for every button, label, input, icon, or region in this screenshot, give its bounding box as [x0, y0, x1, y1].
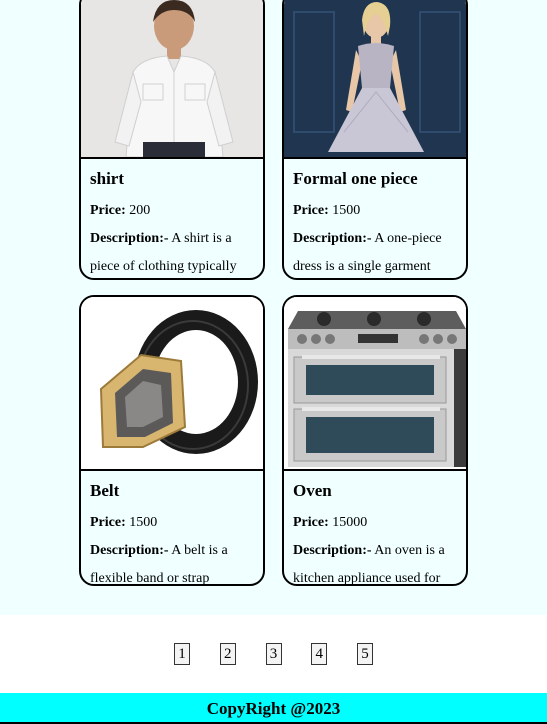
product-image-dress — [284, 0, 466, 159]
price-value: 1500 — [129, 515, 158, 530]
pagination: 1 2 3 4 5 — [0, 643, 547, 665]
price-label: Price: — [90, 515, 126, 530]
price-value: 15000 — [332, 515, 368, 530]
description-label: Description:- — [90, 543, 169, 558]
price-label: Price: — [293, 203, 329, 218]
page-button-5[interactable]: 5 — [357, 643, 373, 665]
description-label: Description:- — [293, 231, 372, 246]
copyright-text: CopyRight @2023 — [206, 699, 341, 718]
product-card-oven[interactable]: Oven Price: 15000 Description:- An oven … — [282, 295, 468, 586]
product-description: Description:- A shirt is a piece of clot… — [90, 225, 254, 278]
footer: CopyRight @2023 — [0, 693, 547, 724]
price-value: 200 — [129, 203, 151, 218]
product-grid: shirt Price: 200 Description:- A shirt i… — [0, 0, 547, 615]
page-button-3[interactable]: 3 — [265, 643, 282, 665]
product-card-shirt[interactable]: shirt Price: 200 Description:- A shirt i… — [79, 0, 265, 280]
page-button-1[interactable]: 1 — [174, 643, 190, 665]
product-price: Price: 1500 — [293, 197, 457, 225]
description-label: Description:- — [293, 543, 372, 558]
page-button-4[interactable]: 4 — [311, 643, 328, 665]
product-price: Price: 15000 — [293, 509, 457, 537]
product-description: Description:- A one-piece dress is a sin… — [293, 225, 457, 278]
product-image-shirt — [81, 0, 263, 159]
price-label: Price: — [293, 515, 329, 530]
product-title: Oven — [293, 481, 332, 500]
product-price: Price: 1500 — [90, 509, 254, 537]
product-price: Price: 200 — [90, 197, 254, 225]
product-image-oven — [284, 297, 466, 471]
product-title: Formal one piece — [293, 169, 418, 188]
product-description: Description:- An oven is a kitchen appli… — [293, 537, 457, 584]
product-card-formal-one-piece[interactable]: Formal one piece Price: 1500 Description… — [282, 0, 468, 280]
price-value: 1500 — [332, 203, 361, 218]
product-image-belt — [81, 297, 263, 471]
product-title: Belt — [90, 481, 120, 500]
page-button-2[interactable]: 2 — [219, 643, 236, 665]
product-title: shirt — [90, 169, 124, 188]
product-card-belt[interactable]: Belt Price: 1500 Description:- A belt is… — [79, 295, 265, 586]
description-label: Description:- — [90, 231, 169, 246]
price-label: Price: — [90, 203, 126, 218]
product-description: Description:- A belt is a flexible band … — [90, 537, 254, 584]
